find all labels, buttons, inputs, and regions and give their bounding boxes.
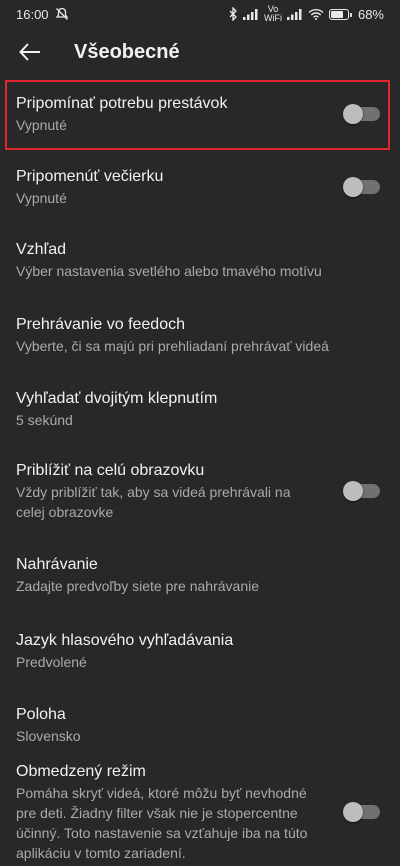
setting-double-tap-seek[interactable]: Vyhľadať dvojitým klepnutím 5 sekúnd — [0, 372, 400, 446]
restricted-mode-toggle[interactable] — [343, 802, 380, 822]
signal-icon-2 — [286, 9, 302, 20]
arrow-left-icon — [19, 43, 40, 61]
setting-subtitle: Vyberte, či sa majú pri prehliadaní preh… — [16, 338, 329, 354]
vowifi-label: Vo WiFi — [263, 4, 282, 23]
setting-title: Obmedzený režim — [16, 763, 146, 780]
status-bar: 16:00 Vo WiFi 68% — [0, 0, 400, 28]
mute-bell-icon — [55, 7, 68, 20]
bluetooth-icon — [229, 7, 237, 21]
setting-appearance[interactable]: Vzhľad Výber nastavenia svetlého alebo t… — [0, 222, 400, 298]
back-button[interactable] — [6, 28, 54, 76]
setting-subtitle: Výber nastavenia svetlého alebo tmavého … — [16, 263, 322, 279]
clock: 16:00 — [16, 6, 49, 22]
setting-bedtime-reminder[interactable]: Pripomenúť večierku Vypnuté — [0, 152, 400, 222]
wifi-icon — [308, 8, 324, 20]
setting-subtitle: Pomáha skryť videá, ktoré môžu byť nevho… — [16, 785, 308, 861]
setting-restricted-mode[interactable]: Obmedzený režim Pomáha skryť videá, ktor… — [0, 762, 400, 862]
setting-title: Vzhľad — [16, 241, 67, 258]
setting-subtitle: Zadajte predvoľby siete pre nahrávanie — [16, 578, 260, 594]
settings-list: Pripomínať potrebu prestávok Vypnuté Pri… — [0, 76, 400, 862]
setting-title: Prehrávanie vo feedoch — [16, 316, 185, 333]
battery-level: 68% — [357, 6, 384, 22]
setting-feed-playback[interactable]: Prehrávanie vo feedoch Vyberte, či sa ma… — [0, 298, 400, 372]
setting-title: Pripomínať potrebu prestávok — [16, 95, 228, 112]
setting-location[interactable]: Poloha Slovensko — [0, 688, 400, 762]
setting-title: Poloha — [16, 706, 66, 723]
setting-uploads[interactable]: Nahrávanie Zadajte predvoľby siete pre n… — [0, 536, 400, 614]
setting-subtitle: Slovensko — [16, 728, 81, 744]
status-bar-right: Vo WiFi 68% — [228, 5, 384, 23]
setting-title: Priblížiť na celú obrazovku — [16, 462, 205, 479]
setting-subtitle: Predvolené — [16, 654, 87, 670]
setting-title: Vyhľadať dvojitým klepnutím — [16, 390, 218, 407]
setting-voice-search-language[interactable]: Jazyk hlasového vyhľadávania Predvolené — [0, 614, 400, 688]
setting-break-reminder[interactable]: Pripomínať potrebu prestávok Vypnuté — [0, 76, 400, 152]
status-bar-left: 16:00 — [16, 7, 69, 22]
setting-title: Pripomenúť večierku — [16, 168, 164, 185]
setting-title: Jazyk hlasového vyhľadávania — [16, 632, 234, 649]
setting-title: Nahrávanie — [16, 556, 98, 573]
setting-subtitle: Vždy priblížiť tak, aby sa videá prehráv… — [16, 484, 291, 520]
setting-subtitle: Vypnuté — [16, 190, 67, 206]
break-reminder-toggle[interactable] — [343, 104, 380, 124]
setting-subtitle: Vypnuté — [16, 117, 67, 133]
battery-icon — [328, 8, 352, 20]
bedtime-reminder-toggle[interactable] — [343, 177, 380, 197]
app-bar: Všeobecné — [0, 28, 400, 76]
setting-zoom-fill[interactable]: Priblížiť na celú obrazovku Vždy priblíž… — [0, 446, 400, 536]
page-title: Všeobecné — [74, 40, 180, 63]
setting-subtitle: 5 sekúnd — [16, 412, 73, 428]
zoom-fill-toggle[interactable] — [343, 481, 380, 501]
signal-icon — [242, 9, 258, 20]
